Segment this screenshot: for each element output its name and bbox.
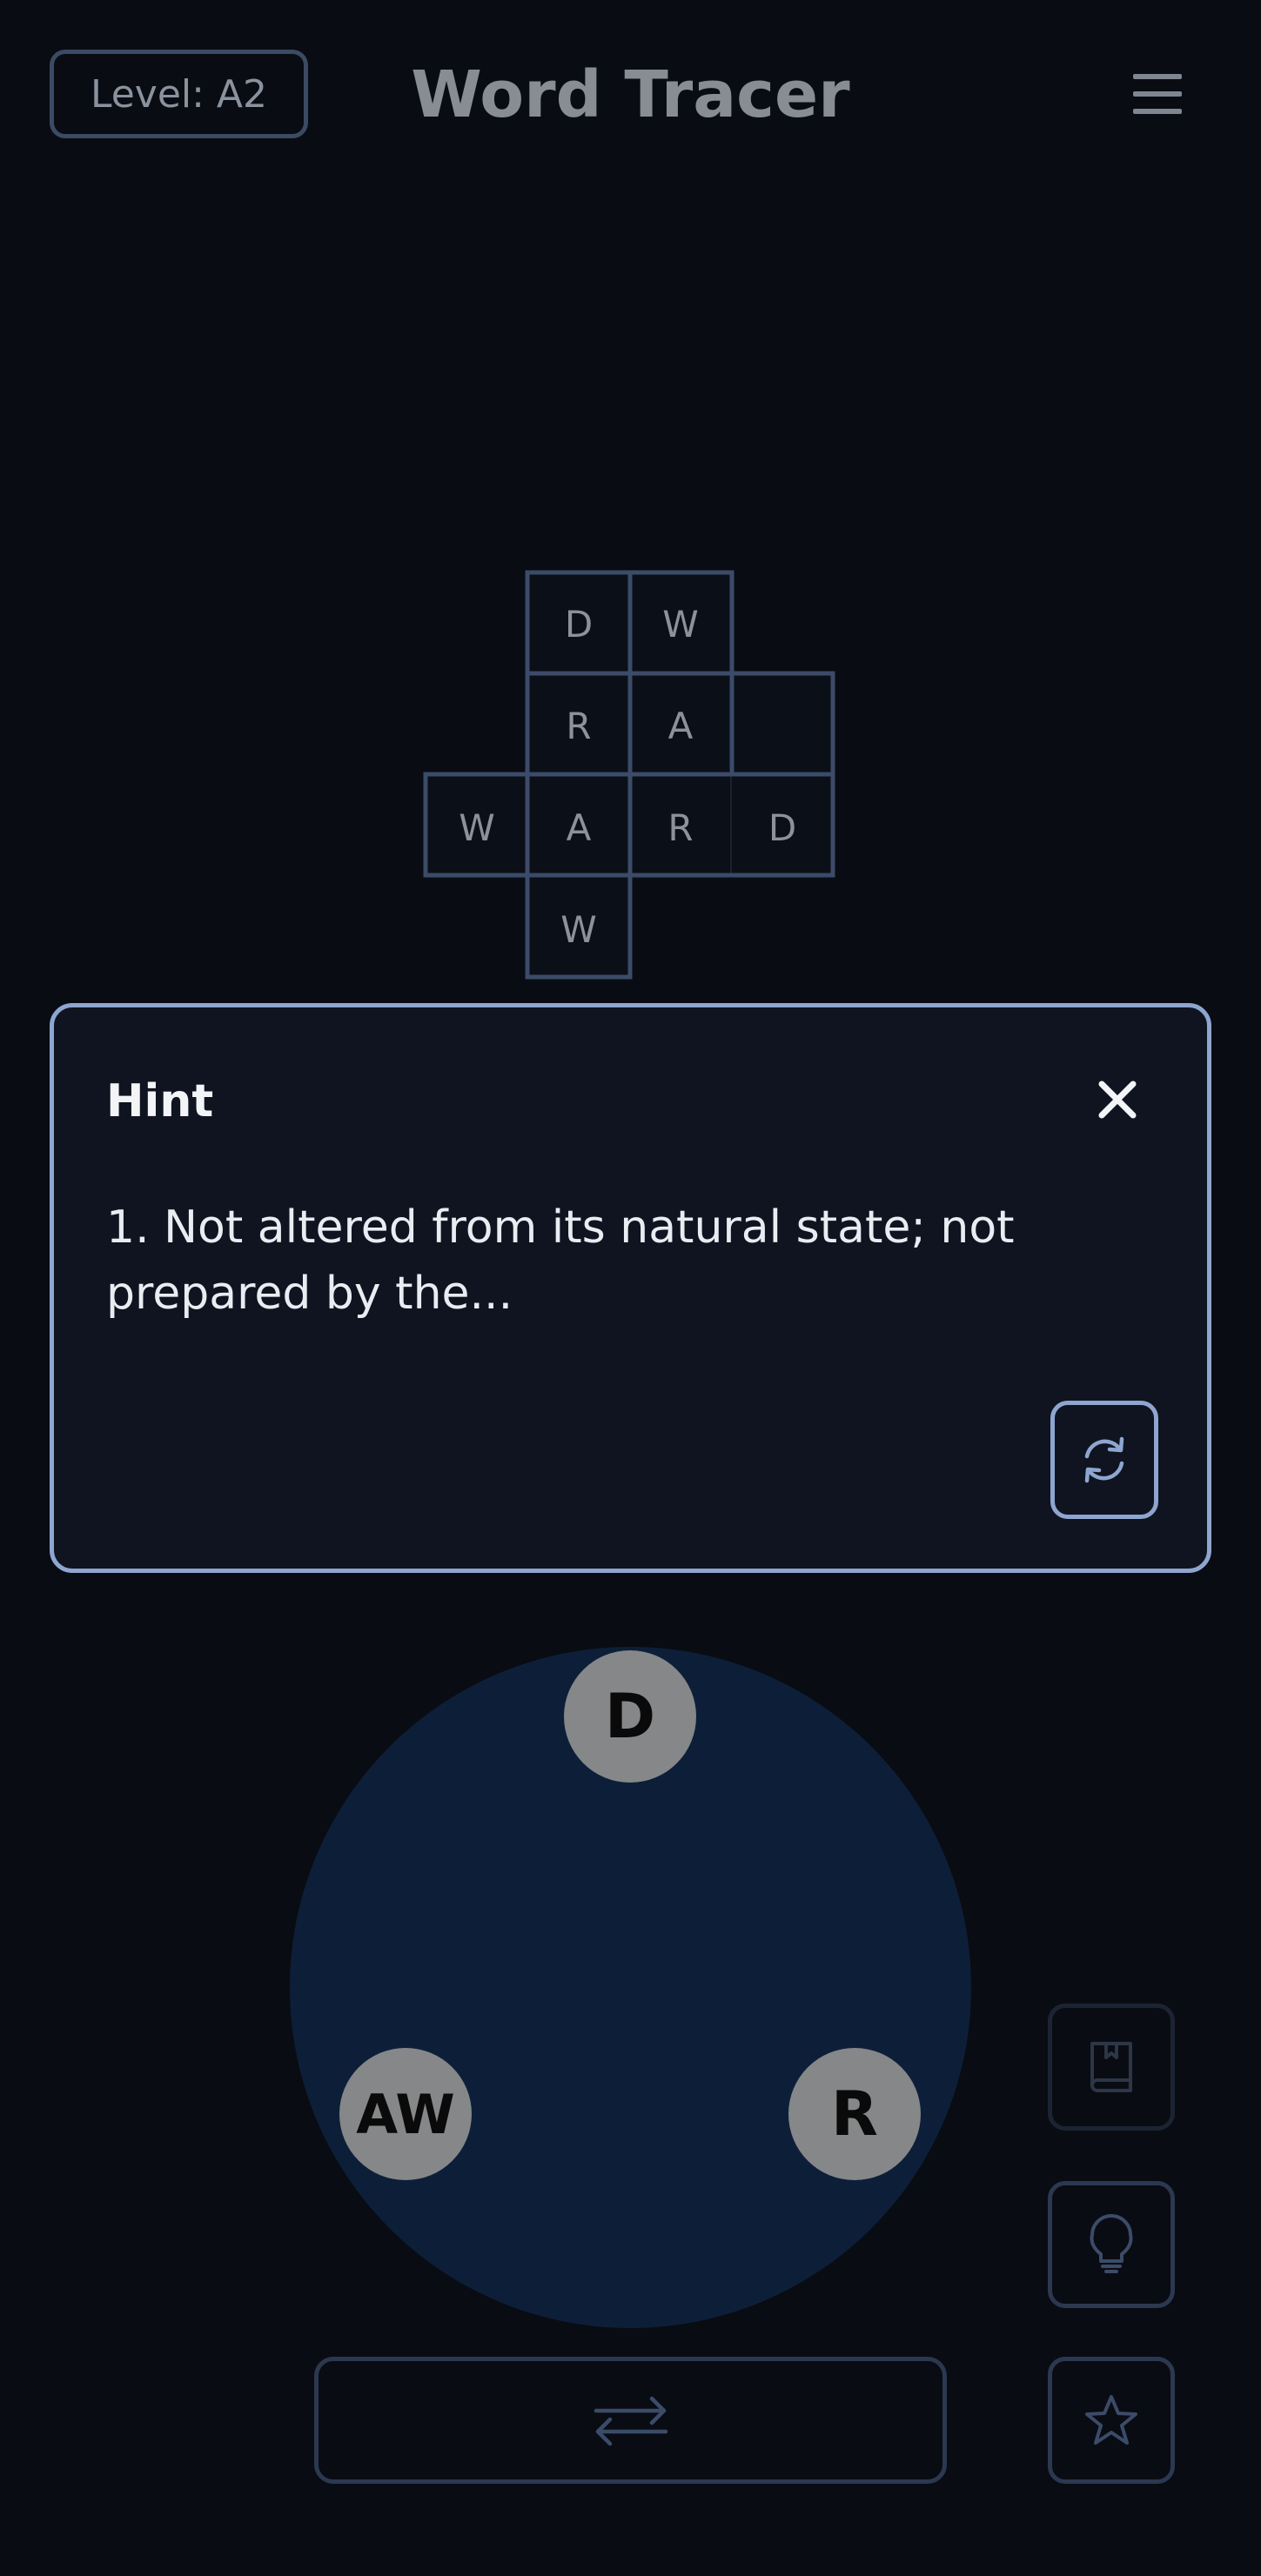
grid-cell: D — [527, 572, 630, 675]
wheel-letter-left[interactable]: AW — [339, 2048, 472, 2180]
shuffle-arrows-icon — [594, 2396, 667, 2446]
grid-cell: A — [629, 674, 732, 777]
menu-button[interactable] — [1119, 56, 1196, 132]
grid-cell — [731, 674, 834, 777]
grid-cell: W — [629, 572, 732, 675]
hint-title: Hint — [106, 1075, 214, 1127]
game-screen: Level: A2 Word Tracer DWRAWARDW Hint 1. … — [0, 0, 1261, 2576]
wheel-letter-top[interactable]: D — [564, 1650, 696, 1783]
grid-cell: R — [527, 674, 630, 777]
lightbulb-icon — [1090, 2214, 1133, 2273]
shuffle-button[interactable] — [314, 2357, 947, 2484]
hint-close-button[interactable] — [1081, 1063, 1154, 1136]
dictionary-button[interactable] — [1048, 2004, 1175, 2131]
star-icon — [1085, 2395, 1137, 2445]
grid-cell: W — [426, 776, 528, 879]
grid-cell: W — [527, 878, 630, 980]
hint-button[interactable] — [1048, 2181, 1175, 2308]
favorite-button[interactable] — [1048, 2357, 1175, 2484]
hint-panel: Hint 1. Not altered from its natural sta… — [50, 1003, 1211, 1573]
letter-wheel[interactable]: D R AW — [290, 1647, 971, 2328]
level-badge[interactable]: Level: A2 — [50, 50, 308, 138]
hint-refresh-button[interactable] — [1050, 1401, 1158, 1519]
grid-cell: R — [629, 776, 732, 879]
grid-cell: A — [527, 776, 630, 879]
wheel-letter-right[interactable]: R — [788, 2048, 921, 2180]
grid-cell: D — [731, 776, 834, 879]
hamburger-menu-icon — [1133, 74, 1182, 114]
refresh-icon — [1084, 1436, 1124, 1483]
book-icon — [1090, 2042, 1132, 2092]
crossword-grid-lines — [423, 570, 835, 980]
hint-text: 1. Not altered from its natural state; n… — [106, 1201, 1015, 1320]
close-icon — [1098, 1081, 1137, 1119]
level-label: Level: A2 — [90, 71, 268, 117]
